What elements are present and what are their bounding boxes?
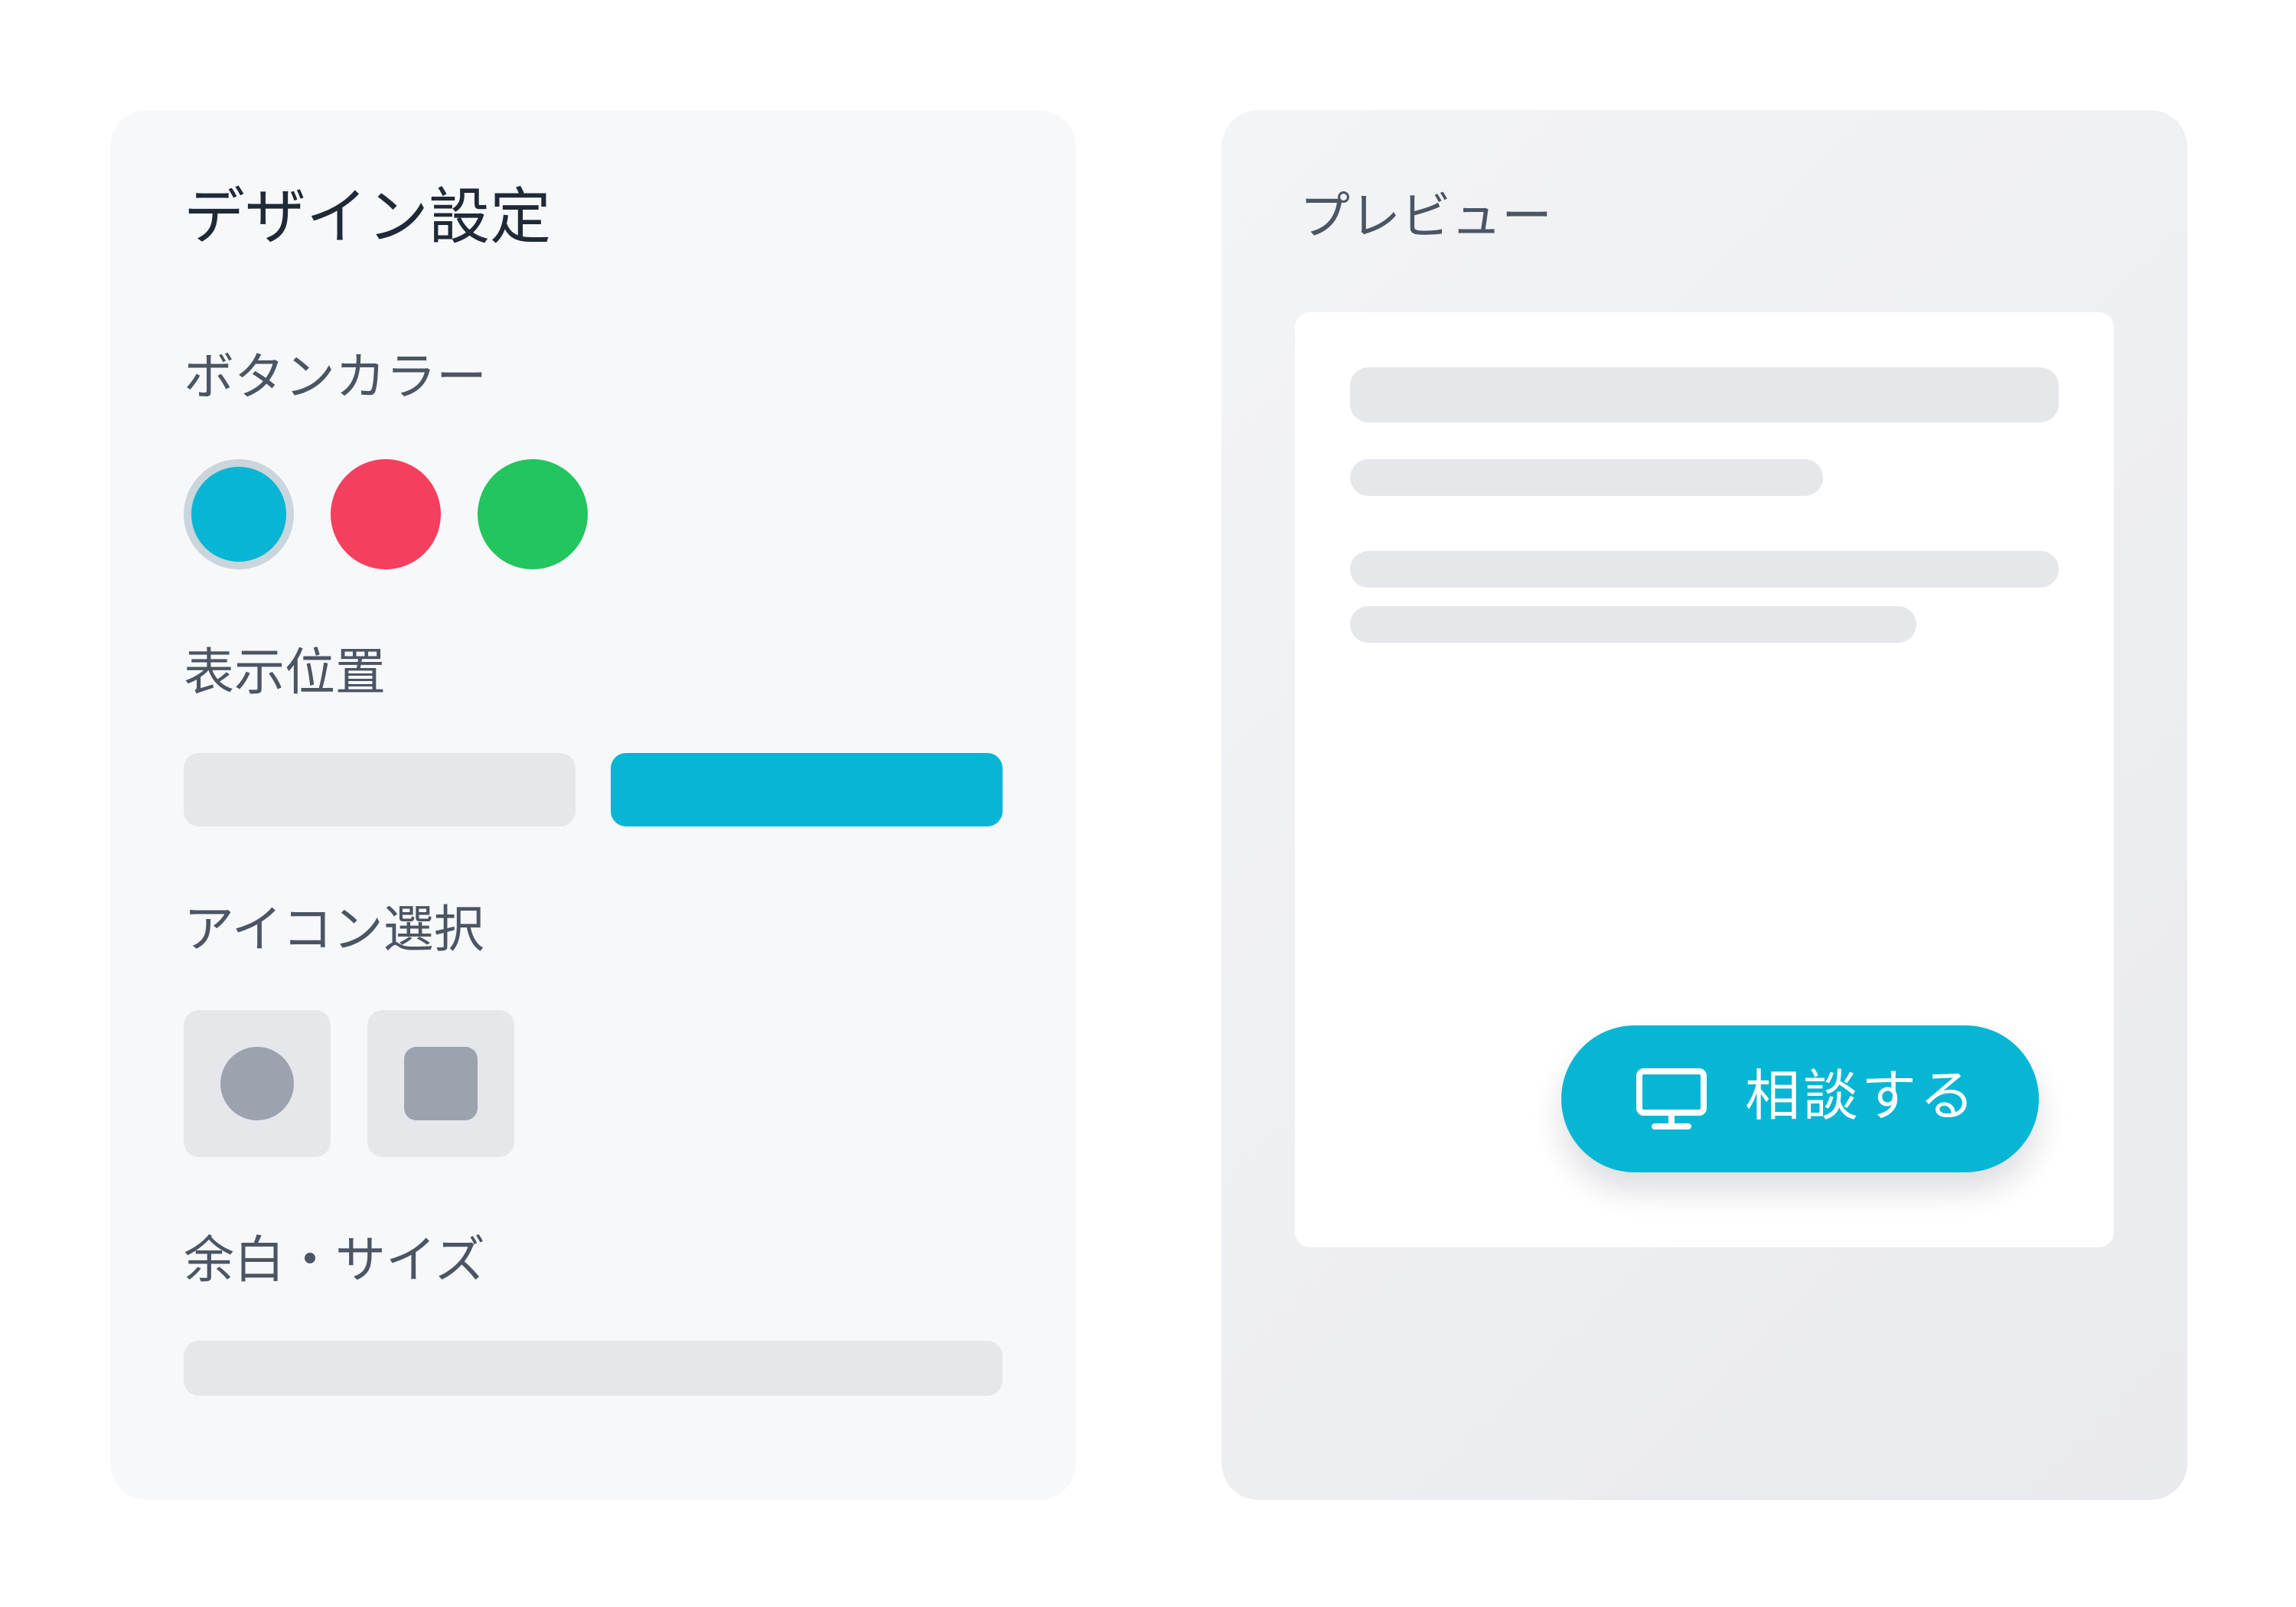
square-icon (404, 1047, 478, 1120)
display-position-label: 表示位置 (184, 643, 386, 702)
preview-panel: プレビュー 相談する (1221, 110, 2187, 1500)
monitor-icon (1636, 1068, 1707, 1129)
panel-title: デザイン設定 (184, 181, 551, 253)
design-settings-panel: デザイン設定 ボタンカラー 表示位置 アイコン選択 余白・サイズ (110, 110, 1076, 1500)
preview-page: 相談する (1295, 312, 2114, 1247)
placeholder-line (1350, 459, 1823, 496)
icon-option-square[interactable] (367, 1010, 514, 1157)
position-option-right[interactable] (611, 753, 1003, 826)
preview-title: プレビュー (1300, 187, 1552, 246)
button-color-label: ボタンカラー (184, 347, 487, 406)
app-canvas: デザイン設定 ボタンカラー 表示位置 アイコン選択 余白・サイズ プレビュー 相… (0, 0, 2296, 1607)
placeholder-line (1350, 551, 2059, 588)
icon-select-label: アイコン選択 (184, 900, 484, 959)
spacing-size-label: 余白・サイズ (184, 1231, 486, 1289)
color-swatch-green[interactable] (478, 459, 588, 569)
circle-icon (220, 1047, 294, 1120)
color-swatch-cyan[interactable] (184, 459, 294, 569)
icon-option-circle[interactable] (184, 1010, 331, 1157)
placeholder-line (1350, 367, 2059, 422)
color-swatch-red[interactable] (331, 459, 441, 569)
position-option-left[interactable] (184, 753, 576, 826)
consult-button-label: 相談する (1745, 1064, 1978, 1128)
consult-button[interactable]: 相談する (1561, 1025, 2039, 1172)
spacing-size-slider[interactable] (184, 1341, 1003, 1396)
placeholder-line (1350, 606, 1916, 643)
